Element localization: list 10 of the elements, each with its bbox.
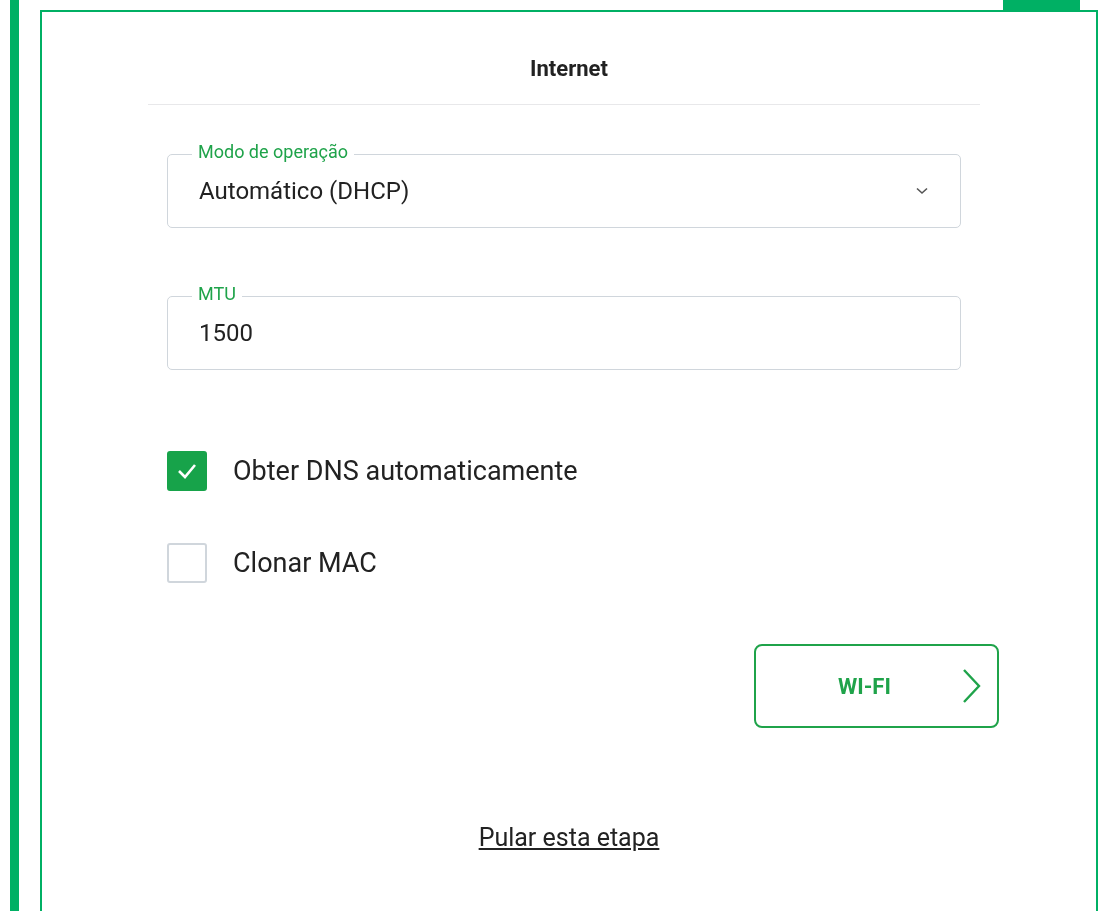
chevron-down-icon [916,187,928,195]
checkbox-label: Clonar MAC [233,547,377,579]
top-tab[interactable] [1003,0,1080,10]
skip-link[interactable]: Pular esta etapa [478,823,660,852]
chevron-right-icon [961,668,981,704]
checkmark-icon [176,462,198,480]
section-title: Internet [529,56,609,83]
checkbox[interactable] [167,451,207,491]
checkbox-label: Obter DNS automaticamente [233,455,578,487]
field-label: Modo de operação [192,141,354,163]
